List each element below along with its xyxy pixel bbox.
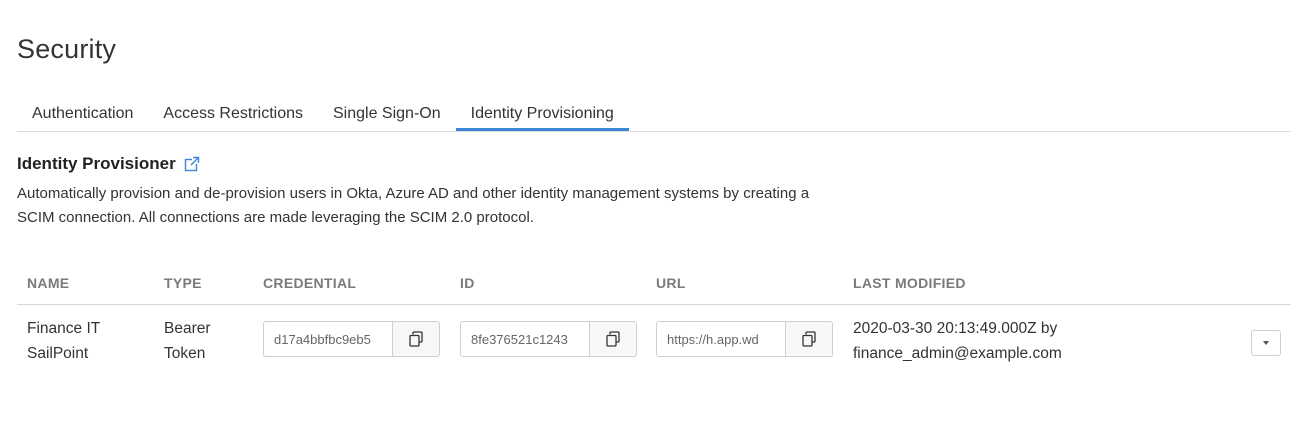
cell-type-line: Token: [164, 345, 206, 362]
credential-input[interactable]: [264, 322, 392, 356]
column-header-credential: CREDENTIAL: [263, 275, 357, 291]
copy-credential-button[interactable]: [392, 322, 439, 356]
tab-identity-provisioning[interactable]: Identity Provisioning: [455, 98, 629, 131]
id-field: [460, 321, 637, 357]
column-header-id: ID: [460, 275, 475, 291]
copy-icon: [802, 331, 816, 347]
copy-url-button[interactable]: [785, 322, 832, 356]
tab-bar: Authentication Access Restrictions Singl…: [17, 98, 1291, 132]
table-row: Finance IT SailPoint Bearer Token d17a4b…: [17, 305, 1291, 381]
last-modified-timestamp: 2020-03-30 20:13:49.000Z by: [853, 320, 1058, 337]
tab-authentication[interactable]: Authentication: [17, 98, 148, 131]
column-header-type: TYPE: [164, 275, 202, 291]
page-title: Security: [17, 34, 117, 64]
section-title: Identity Provisioner: [17, 154, 200, 174]
last-modified-user: finance_admin@example.com: [853, 345, 1062, 362]
cell-type-line: Bearer: [164, 320, 211, 337]
section-title-text: Identity Provisioner: [17, 154, 176, 173]
credential-field: [263, 321, 440, 357]
cell-last-modified: 2020-03-30 20:13:49.000Z by finance_admi…: [853, 316, 1062, 366]
section-description-line: Automatically provision and de-provision…: [17, 185, 810, 202]
url-input[interactable]: [657, 322, 785, 356]
external-link-icon[interactable]: [184, 156, 200, 172]
caret-down-icon: [1263, 341, 1269, 345]
tab-single-sign-on[interactable]: Single Sign-On: [318, 98, 456, 131]
cell-name-line: Finance IT: [27, 320, 101, 337]
provisioner-table: NAME TYPE CREDENTIAL ID URL LAST MODIFIE…: [17, 266, 1291, 381]
cell-type: Bearer Token: [164, 316, 211, 366]
cell-name-line: SailPoint: [27, 345, 89, 362]
column-header-url: URL: [656, 275, 686, 291]
id-input[interactable]: [461, 322, 589, 356]
copy-id-button[interactable]: [589, 322, 636, 356]
tab-access-restrictions[interactable]: Access Restrictions: [148, 98, 318, 131]
section-description: Automatically provision and de-provision…: [17, 182, 977, 230]
copy-icon: [409, 331, 423, 347]
column-header-name: NAME: [27, 275, 70, 291]
url-field: [656, 321, 833, 357]
column-header-last-modified: LAST MODIFIED: [853, 275, 966, 291]
section-description-line: SCIM connection. All connections are mad…: [17, 209, 534, 226]
table-header: NAME TYPE CREDENTIAL ID URL LAST MODIFIE…: [17, 266, 1291, 305]
row-actions-dropdown-button[interactable]: [1251, 330, 1281, 356]
copy-icon: [606, 331, 620, 347]
cell-name: Finance IT SailPoint: [27, 316, 100, 366]
